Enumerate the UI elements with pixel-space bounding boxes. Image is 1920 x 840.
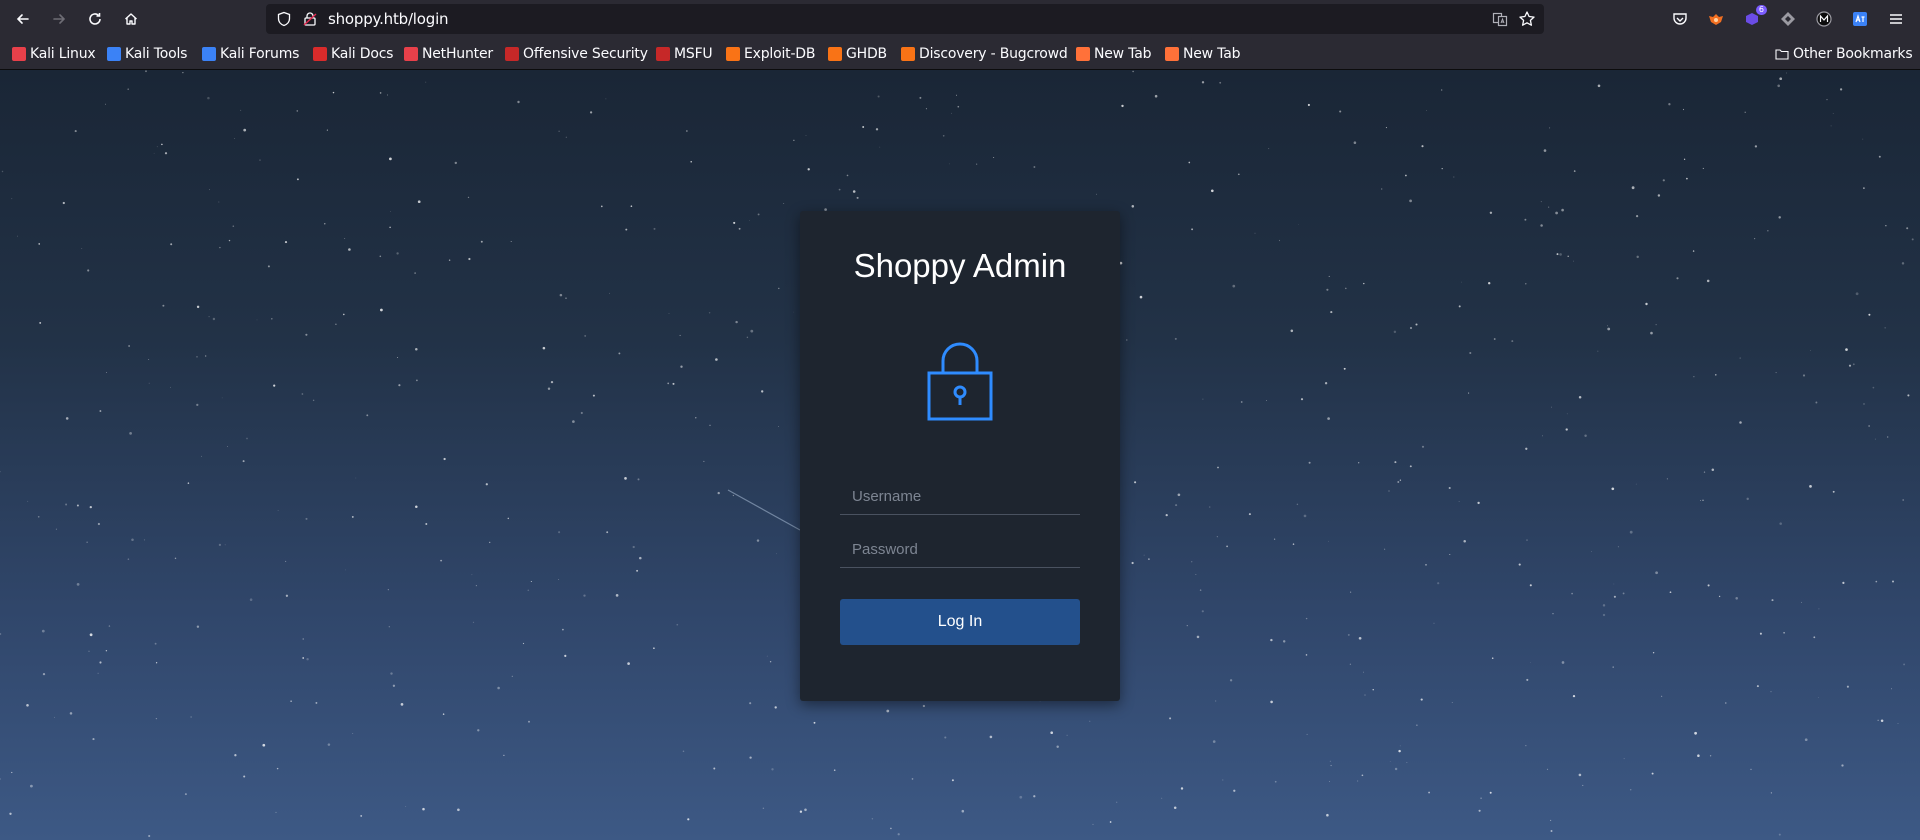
password-input[interactable] [840,532,1080,568]
bookmark-nethunter[interactable]: NetHunter [404,45,493,63]
other-bookmarks[interactable]: Other Bookmarks [1775,45,1913,63]
bookmark-discovery-bugcrowd[interactable]: Discovery - Bugcrowd [901,45,1068,63]
login-card: Shoppy Admin Log In [800,211,1120,701]
forward-arrow-icon [53,14,66,24]
ghdb-icon [828,47,842,61]
login-button[interactable]: Log In [840,599,1080,645]
bugcrowd-icon [901,47,915,61]
bookmark-kali-linux[interactable]: Kali Linux [12,45,96,63]
translate-icon[interactable] [1492,11,1508,27]
browser-toolbar: shoppy.htb/login 6 [0,0,1920,38]
reload-button[interactable] [81,5,109,33]
firefox-icon [1165,47,1179,61]
kali-tools-icon [107,47,121,61]
folder-icon [1775,49,1789,60]
nethunter-icon [404,47,418,61]
menu-hamburger-icon[interactable] [1886,9,1906,29]
username-input[interactable] [840,479,1080,515]
firefox-icon [1076,47,1090,61]
back-arrow-icon [16,14,29,24]
extension-badge-icon[interactable]: 6 [1742,5,1767,29]
padlock-icon [927,342,993,421]
foxyproxy-icon[interactable] [1706,9,1726,29]
page-background: Shoppy Admin Log In [0,70,1920,840]
bookmark-new-tab-1[interactable]: New Tab [1076,45,1151,63]
bookmark-new-tab-2[interactable]: New Tab [1165,45,1240,63]
bookmark-exploit-db[interactable]: Exploit-DB [726,45,815,63]
insecure-lock-icon[interactable] [302,11,318,27]
bookmark-offensive-security[interactable]: Offensive Security [505,45,648,63]
container-m-icon[interactable] [1814,9,1834,29]
home-button[interactable] [117,5,145,33]
bookmarks-bar: Kali Linux Kali Tools Kali Forums Kali D… [0,38,1920,70]
wappalyzer-icon[interactable] [1778,9,1798,29]
translator-extension-icon[interactable] [1850,9,1870,29]
kali-forums-icon [202,47,216,61]
kali-docs-icon [313,47,327,61]
shield-icon[interactable] [276,11,292,27]
bookmark-star-icon[interactable] [1518,10,1536,28]
extension-badge-count: 6 [1755,5,1767,15]
forward-button[interactable] [45,5,73,33]
url-text[interactable]: shoppy.htb/login [328,10,449,28]
back-button[interactable] [9,5,37,33]
login-title: Shoppy Admin [853,247,1067,284]
msfu-icon [656,47,670,61]
url-bar[interactable]: shoppy.htb/login [266,4,1544,34]
bookmark-kali-forums[interactable]: Kali Forums [202,45,299,63]
offsec-icon [505,47,519,61]
home-icon [125,13,137,25]
bookmark-kali-tools[interactable]: Kali Tools [107,45,187,63]
reload-icon [89,13,101,25]
pocket-icon[interactable] [1670,9,1690,29]
bookmark-msfu[interactable]: MSFU [656,45,713,63]
exploit-db-icon [726,47,740,61]
bookmark-ghdb[interactable]: GHDB [828,45,887,63]
kali-dragon-icon [12,47,26,61]
bookmark-kali-docs[interactable]: Kali Docs [313,45,393,63]
